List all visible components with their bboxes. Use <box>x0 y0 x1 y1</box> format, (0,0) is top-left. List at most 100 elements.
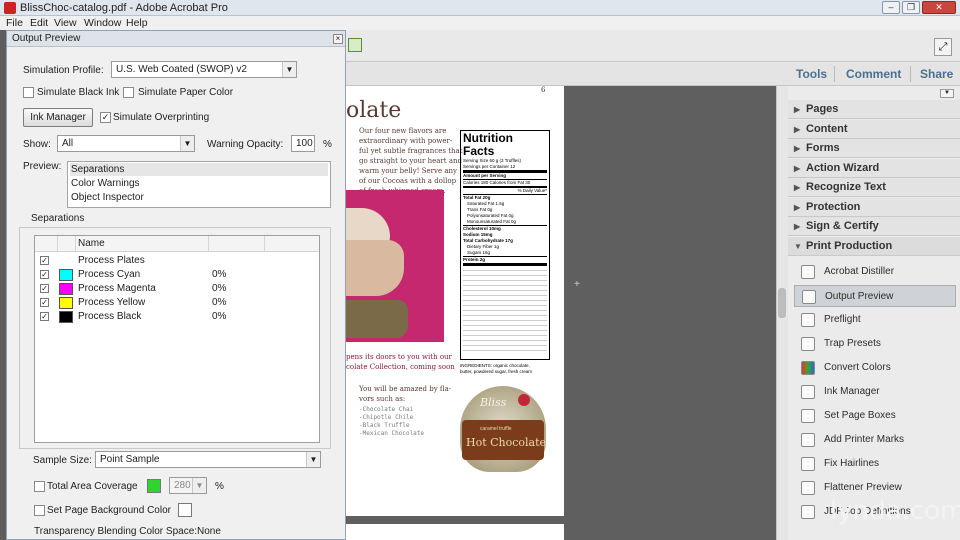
menu-file[interactable]: File <box>6 17 23 29</box>
restore-icon[interactable]: ❐ <box>902 1 920 14</box>
table-row[interactable]: ✓ Process Black 0% <box>35 310 319 324</box>
section-sign-certify[interactable]: ▶ Sign & Certify <box>788 217 960 236</box>
simulation-profile-select[interactable]: U.S. Web Coated (SWOP) v2 ▼ <box>111 61 297 78</box>
set-page-background-checkbox[interactable] <box>34 505 45 516</box>
section-print-production[interactable]: ▼ Print Production <box>788 237 960 256</box>
tool-acrobat-distiller[interactable]: Acrobat Distiller <box>794 261 956 283</box>
menu-edit[interactable]: Edit <box>30 17 48 29</box>
acrobat-icon <box>4 2 16 14</box>
tool-preflight[interactable]: Preflight <box>794 309 956 331</box>
tin-base <box>346 300 408 338</box>
tool-convert-colors[interactable]: Convert Colors <box>794 357 956 379</box>
fullscreen-icon[interactable]: ⤢ <box>934 38 952 56</box>
table-row[interactable]: ✓ Process Cyan 0% <box>35 268 319 282</box>
table-row[interactable]: ✓ Process Yellow 0% <box>35 296 319 310</box>
coverage-color-swatch[interactable] <box>147 479 161 493</box>
show-select[interactable]: All ▼ <box>57 135 195 152</box>
coverage-percent-select[interactable]: 280 ▼ <box>169 477 207 494</box>
plate-checkbox[interactable]: ✓ <box>40 312 49 321</box>
preview-option-separations[interactable]: Separations <box>70 163 328 176</box>
separations-table: Name ✓ Process Plates ✓ Process Cyan 0% ✓ Pr… <box>34 235 320 443</box>
pdf-next-page <box>338 524 564 540</box>
tool-add-printer-marks[interactable]: Add Printer Marks <box>794 429 956 451</box>
sample-size-label: Sample Size: <box>33 455 92 466</box>
simulate-overprinting-checkbox[interactable]: ✓ <box>100 112 111 123</box>
flattener-icon <box>801 481 815 495</box>
section-content[interactable]: ▶ Content <box>788 120 960 139</box>
sample-size-select[interactable]: Point Sample ▼ <box>95 451 321 468</box>
transparency-blending-label: Transparency Blending Color Space: <box>34 526 198 537</box>
simulate-overprinting-label: Simulate Overprinting <box>113 112 210 123</box>
dialog-close-icon[interactable]: × <box>333 34 343 44</box>
transparency-blending-value: None <box>197 526 221 537</box>
preview-option-object-inspector[interactable]: Object Inspector <box>70 191 328 204</box>
ingredients-text: INGREDIENTS: organic chocolate, butter, p… <box>460 363 533 374</box>
nutrition-fine-print <box>463 263 547 353</box>
cocoa-mug <box>346 240 404 296</box>
comment-pane-button[interactable]: Comment <box>846 67 901 81</box>
tin-brand: Bliss <box>480 396 507 409</box>
page-background-swatch[interactable] <box>178 503 192 517</box>
plate-checkbox[interactable]: ✓ <box>40 284 49 293</box>
total-area-coverage-checkbox[interactable] <box>34 481 45 492</box>
close-icon[interactable]: ✕ <box>922 1 956 14</box>
minimize-icon[interactable]: – <box>882 1 900 14</box>
simulate-paper-color-checkbox[interactable] <box>123 87 134 98</box>
cocoa-photo <box>346 190 444 342</box>
coverage-percent-label: % <box>215 481 224 492</box>
tin-seal <box>518 394 530 406</box>
distiller-icon <box>801 265 815 279</box>
name-column-header[interactable]: Name <box>78 238 105 249</box>
simulate-black-ink-checkbox[interactable] <box>23 87 34 98</box>
menu-window[interactable]: Window <box>84 17 121 29</box>
page-boxes-icon <box>801 409 815 423</box>
total-area-coverage-label: Total Area Coverage <box>47 481 138 492</box>
plate-checkbox[interactable]: ✓ <box>40 270 49 279</box>
menu-view[interactable]: View <box>54 17 77 29</box>
section-forms[interactable]: ▶ Forms <box>788 139 960 158</box>
caption-text: pens its doors to you with our colate Col… <box>346 353 455 371</box>
convert-colors-icon <box>801 361 815 375</box>
tools-pane-button[interactable]: Tools <box>796 67 827 81</box>
preview-option-color-warnings[interactable]: Color Warnings <box>70 177 328 190</box>
tool-trap-presets[interactable]: Trap Presets <box>794 333 956 355</box>
tin-lid: Bliss caramel truffle Hot Chocolate <box>460 386 546 472</box>
jdf-icon <box>801 505 815 519</box>
section-protection[interactable]: ▶ Protection <box>788 198 960 217</box>
intro-text: Our four new flavors are extraordinary wi… <box>359 127 463 195</box>
table-row[interactable]: ✓ Process Plates <box>35 254 319 268</box>
separations-header: Name <box>35 236 319 252</box>
section-recognize-text[interactable]: ▶ Recognize Text <box>788 178 960 197</box>
separations-label: Separations <box>29 213 87 224</box>
pdf-page: 6 olate Our four new flavors are extraord… <box>338 86 564 516</box>
warning-opacity-label: Warning Opacity: <box>207 139 284 150</box>
export-icon[interactable] <box>348 38 362 52</box>
plate-checkbox[interactable]: ✓ <box>40 298 49 307</box>
divider <box>834 66 835 82</box>
panel-options-icon[interactable]: ▼ <box>940 89 954 98</box>
menu-help[interactable]: Help <box>126 17 148 29</box>
table-row[interactable]: ✓ Process Magenta 0% <box>35 282 319 296</box>
printer-marks-icon <box>801 433 815 447</box>
divider <box>910 66 911 82</box>
section-pages[interactable]: ▶ Pages <box>788 100 960 119</box>
chevron-down-icon: ▼ <box>192 478 206 493</box>
hairlines-icon <box>801 457 815 471</box>
section-action-wizard[interactable]: ▶ Action Wizard <box>788 159 960 178</box>
tool-ink-manager[interactable]: Ink Manager <box>794 381 956 403</box>
yellow-swatch <box>59 297 73 309</box>
preview-label: Preview: <box>23 161 62 172</box>
simulation-profile-label: Simulation Profile: <box>23 65 104 76</box>
black-swatch <box>59 311 73 323</box>
ink-manager-button[interactable]: Ink Manager <box>23 108 93 127</box>
tool-set-page-boxes[interactable]: Set Page Boxes <box>794 405 956 427</box>
menu-bar: File Edit View Window Help <box>0 16 960 30</box>
command-bar: Tools Comment Share <box>346 62 960 86</box>
dialog-title-bar[interactable]: Output Preview × <box>7 31 345 47</box>
plate-checkbox[interactable]: ✓ <box>40 256 49 265</box>
scrollbar-thumb[interactable] <box>778 288 786 318</box>
tool-output-preview[interactable]: Output Preview <box>794 285 956 307</box>
share-pane-button[interactable]: Share <box>920 67 953 81</box>
tool-fix-hairlines[interactable]: Fix Hairlines <box>794 453 956 475</box>
warning-opacity-input[interactable]: 100 <box>291 135 315 152</box>
